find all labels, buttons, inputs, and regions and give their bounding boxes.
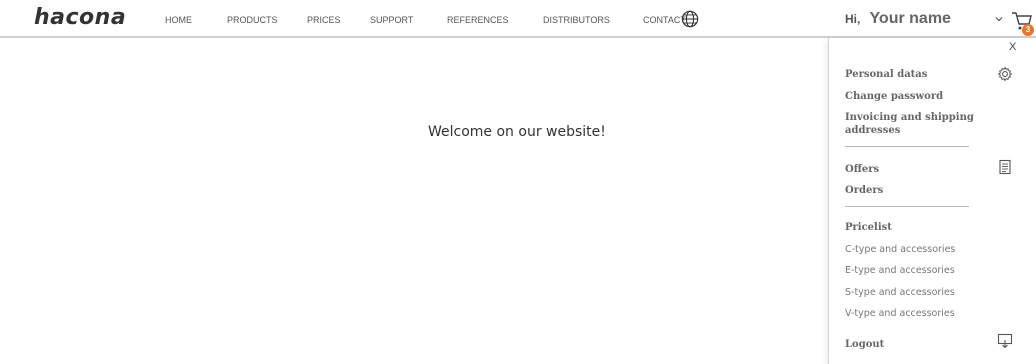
menu-offers[interactable]: Offers: [845, 163, 879, 177]
divider: [845, 206, 969, 207]
nav-contact[interactable]: CONTACT: [643, 15, 686, 25]
nav-products[interactable]: PRODUCTS: [227, 15, 278, 25]
pricelist-c-type[interactable]: C-type and accessories: [845, 243, 955, 257]
menu-personal-datas[interactable]: Personal datas: [845, 68, 927, 82]
gear-icon: [997, 66, 1013, 82]
menu-addresses-line2[interactable]: addresses: [845, 124, 900, 138]
document-icon: [999, 159, 1011, 175]
logout-link[interactable]: Logout: [845, 338, 884, 352]
menu-orders[interactable]: Orders: [845, 184, 883, 198]
nav-references[interactable]: REFERENCES: [447, 15, 509, 25]
nav-support[interactable]: SUPPORT: [370, 15, 413, 25]
chevron-down-icon[interactable]: [994, 14, 1004, 24]
close-button[interactable]: X: [1009, 41, 1016, 53]
globe-icon[interactable]: [681, 10, 699, 28]
welcome-message: Welcome on our website!: [428, 124, 606, 140]
menu-change-password[interactable]: Change password: [845, 90, 943, 104]
user-greeting[interactable]: Hi, Your name: [845, 8, 951, 28]
menu-pricelist[interactable]: Pricelist: [845, 221, 892, 235]
nav-prices[interactable]: PRICES: [307, 15, 341, 25]
top-navigation-bar: hacona HOME PRODUCTS PRICES SUPPORT REFE…: [0, 0, 1036, 38]
download-icon[interactable]: [997, 333, 1013, 349]
pricelist-v-type[interactable]: V-type and accessories: [845, 307, 955, 321]
divider: [845, 146, 969, 147]
menu-addresses-line1[interactable]: Invoicing and shipping: [845, 111, 974, 125]
nav-distributors[interactable]: DISTRIBUTORS: [543, 15, 610, 25]
logo[interactable]: hacona: [34, 5, 126, 30]
nav-home[interactable]: HOME: [165, 15, 192, 25]
user-dropdown-panel: X Personal datas Change password Invoici…: [828, 38, 1036, 364]
greeting-hi: Hi,: [845, 12, 861, 26]
pricelist-s-type[interactable]: S-type and accessories: [845, 286, 955, 300]
user-name: Your name: [869, 10, 951, 27]
cart-count-badge: 3: [1022, 24, 1034, 36]
pricelist-e-type[interactable]: E-type and accessories: [845, 264, 955, 278]
